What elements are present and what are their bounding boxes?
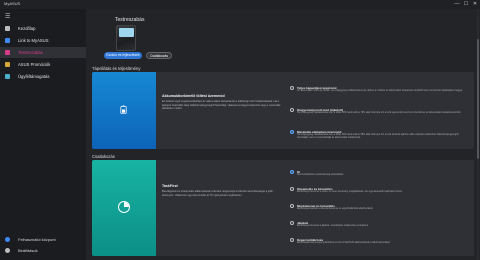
title-bar: MyASUS — ☐ ✕	[0, 0, 480, 9]
app-title: MyASUS	[4, 1, 21, 6]
radio-button-selected[interactable]	[290, 170, 294, 174]
radio-button[interactable]	[290, 238, 294, 242]
option-description: Az akkumulátor 100%-ig töltődik, ha a tá…	[297, 90, 463, 92]
battery-card: Akkumulátorkímélő töltési üzemmód Ez fun…	[92, 72, 474, 149]
device-screen	[119, 28, 134, 37]
sidebar: ☰ Kezdőlap Link to MyASUS Testreszabás A…	[0, 9, 86, 260]
sidebar-item-label: Beállítások	[18, 248, 38, 253]
option-description: Ha a tápegység csatlakoztatva van, a töl…	[297, 134, 459, 140]
card-description: Ez funkció segít meghosszabbítani az akk…	[162, 100, 281, 111]
radio-button-selected[interactable]	[290, 130, 294, 134]
card-title: Akkumulátorkímélő töltési üzemmód	[162, 94, 225, 98]
sidebar-item-label: Kezdőlap	[18, 26, 36, 31]
sidebar-item-label: Link to MyASUS	[18, 38, 49, 43]
card-description: Beszélgetési és streamelési alkalmazások…	[162, 190, 273, 197]
option-description: Elsőbbséget élveznek a videó- és zenei s…	[297, 191, 403, 193]
link-icon	[5, 38, 10, 43]
devices-button[interactable]: Eszköz és fejlesztések	[104, 52, 142, 59]
sidebar-item-promotions[interactable]: ASUS Promóciók	[0, 59, 86, 70]
sidebar-item-label: Felhasználói központ	[18, 237, 56, 242]
battery-hero	[92, 72, 156, 149]
page-title: Testreszabás	[115, 17, 145, 23]
main-content: Testreszabás Eszköz és fejlesztések Csat…	[86, 9, 480, 260]
option-description: Elsőbbséget kap a képernyőtükrözés a Lin…	[297, 242, 391, 244]
close-button[interactable]: ✕	[470, 0, 480, 9]
promotion-icon	[5, 62, 10, 67]
sidebar-item-label: Ügyféltámogatás	[18, 74, 50, 79]
sidebar-item-customization[interactable]: Testreszabás	[0, 47, 86, 58]
sidebar-item-settings[interactable]: Beállítások	[0, 245, 86, 256]
card-title: TaskFirst	[162, 184, 178, 188]
option-description: Ha a tápegység csatlakoztatva van, a töl…	[297, 112, 462, 114]
scroll-thumb[interactable]	[477, 39, 479, 159]
sidebar-item-support[interactable]: Ügyféltámogatás	[0, 71, 86, 82]
radio-button[interactable]	[290, 204, 294, 208]
radio-button[interactable]	[290, 187, 294, 191]
sidebar-item-label: ASUS Promóciók	[18, 62, 51, 67]
option-description: Elsőbbséget élveznek a játékok, a késlel…	[297, 225, 369, 227]
battery-icon	[120, 105, 127, 114]
sidebar-item-link[interactable]: Link to MyASUS	[0, 35, 86, 46]
shield-icon	[5, 237, 10, 242]
sidebar-item-label: Testreszabás	[18, 50, 43, 55]
radio-button[interactable]	[290, 108, 294, 112]
customization-icon	[5, 50, 10, 55]
option-description: Nincs korlátozás a sávszélesség-elosztás…	[297, 174, 344, 176]
radio-button[interactable]	[290, 86, 294, 90]
sidebar-item-user-center[interactable]: Felhasználói központ	[0, 234, 86, 245]
taskfirst-card: TaskFirst Beszélgetési és streamelési al…	[92, 160, 474, 256]
home-icon	[5, 26, 10, 31]
gauge-icon	[118, 201, 130, 213]
connect-button[interactable]: Csatlakozás	[146, 52, 172, 59]
option-description: Elsőbbséget kapnak a videokonferencia- é…	[297, 208, 374, 210]
section-heading-power: Tápellátás és teljesítmény	[92, 66, 141, 71]
sidebar-item-home[interactable]: Kezdőlap	[0, 23, 86, 34]
gear-icon	[5, 248, 10, 253]
support-icon	[5, 74, 10, 79]
radio-button[interactable]	[290, 221, 294, 225]
taskfirst-hero	[92, 160, 156, 256]
device-image	[116, 25, 136, 51]
back-icon[interactable]: ☰	[5, 13, 10, 20]
scrollbar[interactable]	[477, 9, 479, 260]
section-heading-connectivity: Csatlakozás	[92, 154, 115, 159]
